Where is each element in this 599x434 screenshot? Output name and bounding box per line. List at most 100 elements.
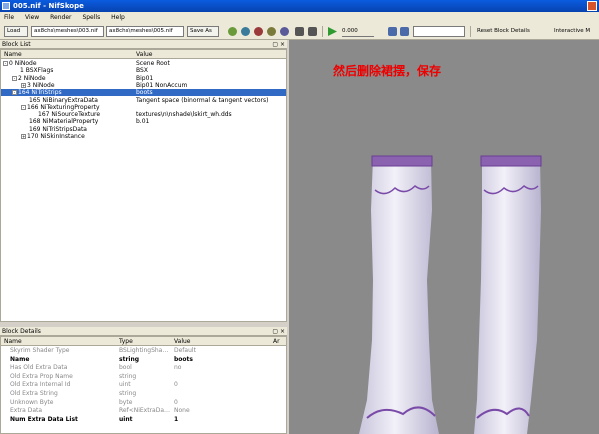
boots-model	[359, 155, 542, 434]
column-type: Type	[119, 338, 133, 345]
detail-type: BSLightingSha…	[119, 347, 169, 354]
close-icon[interactable]	[587, 1, 597, 11]
tree-row-label: 1 BSXFlags	[20, 67, 54, 75]
detail-name: Skyrim Shader Type	[10, 347, 70, 354]
detail-name: Old Extra Prop Name	[10, 372, 73, 380]
block-details-column-header: Name Type Value Ar	[1, 337, 286, 346]
collapse-icon[interactable]: -	[12, 75, 17, 81]
lighting-icon[interactable]	[267, 27, 276, 36]
right-boot-cuff	[480, 155, 542, 167]
sequence-select[interactable]	[413, 26, 465, 37]
detail-row[interactable]: Old Extra Internal Id uint 0	[1, 381, 286, 389]
detail-type: uint	[119, 415, 133, 423]
expand-icon[interactable]: +	[21, 134, 26, 139]
detail-type: string	[119, 390, 137, 397]
walk-icon[interactable]	[241, 27, 250, 36]
tree-row[interactable]: 169 NiTriStripsData	[1, 126, 286, 133]
view-icon[interactable]	[280, 27, 289, 36]
tree-row-value: boots	[136, 89, 153, 97]
tree-row[interactable]: 1 BSXFlags BSX	[1, 67, 286, 74]
tree-row[interactable]: 165 NiBinaryExtraData Tangent space (bino…	[1, 97, 286, 104]
load-path-input[interactable]: ax8chs\meshes\003.nif	[31, 26, 104, 37]
tree-row-name: 169 NiTriStripsData	[21, 126, 87, 133]
play-icon[interactable]	[328, 27, 337, 36]
tree-row-name: -2 NiNode	[12, 75, 46, 82]
block-list-tree[interactable]: Name Value -0 NiNode Scene Root 1 BSXFlags…	[0, 49, 287, 322]
detail-type: byte	[119, 398, 133, 406]
load-button[interactable]: Load	[4, 26, 28, 37]
detail-row[interactable]: Old Extra String string	[1, 390, 286, 398]
tree-row-value: b.01	[136, 118, 150, 126]
detail-row[interactable]: Name string boots	[1, 355, 286, 364]
interactive-mode-button[interactable]: Interactive M	[554, 26, 590, 37]
tree-row-name: -166 NiTexturingProperty	[21, 104, 100, 111]
block-details-table[interactable]: Name Type Value Ar Skyrim Shader Type BSL…	[0, 336, 287, 434]
detail-name: Old Extra String	[10, 390, 58, 397]
tree-row[interactable]: 167 NiSourceTexture textures\n\nshade\lsk…	[1, 111, 286, 119]
camera-icon[interactable]	[295, 27, 304, 36]
tree-row-name: -0 NiNode	[3, 60, 37, 67]
detail-row[interactable]: Unknown Byte byte 0	[1, 398, 286, 407]
collapse-icon[interactable]: -	[3, 61, 8, 66]
detail-name: Old Extra Internal Id	[10, 381, 71, 389]
tree-row-value: Scene Root	[136, 60, 170, 67]
tree-row-value: Bip01	[136, 74, 154, 82]
detail-type: string	[119, 355, 140, 363]
tree-row[interactable]: 168 NiMaterialProperty b.01	[1, 118, 286, 126]
tree-row-name: 168 NiMaterialProperty	[21, 118, 98, 125]
dropdown-icon[interactable]	[308, 27, 317, 36]
tree-row[interactable]: -164 NiTriStrips boots	[1, 89, 286, 97]
tree-row[interactable]: +3 NiNode Bip01 NonAccum	[1, 82, 286, 89]
detail-value: Default	[174, 347, 196, 354]
loop-icon[interactable]	[388, 27, 397, 36]
detail-type: Ref<NiExtraDa…	[119, 407, 171, 415]
save-path-input[interactable]: ax8chs\meshes\005.nif	[106, 26, 184, 37]
detail-value: 0	[174, 398, 178, 406]
reset-block-details-button[interactable]: Reset Block Details	[477, 26, 530, 37]
render-viewport[interactable]: 然后删除裙摆，保存	[289, 40, 599, 434]
axis-icon[interactable]	[254, 27, 263, 36]
tree-row-name: -164 NiTriStrips	[12, 89, 62, 96]
tree-row-name: +3 NiNode	[21, 82, 55, 89]
collapse-icon[interactable]: -	[21, 104, 26, 110]
time-slider[interactable]	[342, 36, 374, 37]
panel-buttons[interactable]: ▢ ×	[272, 327, 285, 336]
save-as-button[interactable]: Save As	[187, 26, 219, 37]
tree-row-value: textures\n\nshade\lskirt_wh.dds	[136, 111, 232, 119]
menu-file[interactable]: File	[4, 14, 14, 21]
expand-icon[interactable]: +	[21, 82, 26, 88]
tree-row[interactable]: +170 NiSkinInstance	[1, 133, 286, 140]
tree-row-name: 167 NiSourceTexture	[30, 111, 100, 118]
menu-view[interactable]: View	[25, 14, 39, 21]
tree-row-label: 167 NiSourceTexture	[38, 111, 101, 119]
collapse-icon[interactable]: -	[12, 90, 17, 96]
detail-value: 0	[174, 381, 178, 389]
panel-buttons[interactable]: ▢ ×	[272, 40, 285, 49]
detail-row[interactable]: Has Old Extra Data bool no	[1, 364, 286, 372]
column-name: Name	[4, 338, 22, 345]
detail-value: no	[174, 364, 182, 372]
detail-value: None	[174, 407, 190, 415]
detail-row[interactable]: Extra Data Ref<NiExtraDa… None	[1, 407, 286, 415]
menu-spells[interactable]: Spells	[82, 14, 100, 21]
tree-row[interactable]: -166 NiTexturingProperty	[1, 104, 286, 111]
detail-row[interactable]: Num Extra Data List uint 1	[1, 415, 286, 424]
block-list-column-header: Name Value	[1, 50, 286, 59]
block-list-title: Block List	[2, 41, 31, 48]
block-details-title: Block Details	[2, 328, 41, 335]
detail-row[interactable]: Old Extra Prop Name string	[1, 372, 286, 381]
window-title: 005.nif - NifSkope	[13, 2, 84, 10]
column-value: Value	[136, 51, 153, 58]
detail-row[interactable]: Skyrim Shader Type BSLightingSha… Default	[1, 347, 286, 355]
tree-row-name: 1 BSXFlags	[12, 67, 53, 74]
left-boot-cuff	[371, 155, 433, 167]
menu-render[interactable]: Render	[50, 14, 71, 21]
menu-help[interactable]: Help	[111, 14, 125, 21]
column-value: Value	[174, 338, 191, 345]
tree-row[interactable]: -0 NiNode Scene Root	[1, 60, 286, 67]
tree-row[interactable]: -2 NiNode Bip01	[1, 74, 286, 82]
sequence-icon[interactable]	[400, 27, 409, 36]
app-icon	[2, 2, 10, 10]
rotate-icon[interactable]	[228, 27, 237, 36]
tree-row-label: 169 NiTriStripsData	[29, 125, 87, 133]
